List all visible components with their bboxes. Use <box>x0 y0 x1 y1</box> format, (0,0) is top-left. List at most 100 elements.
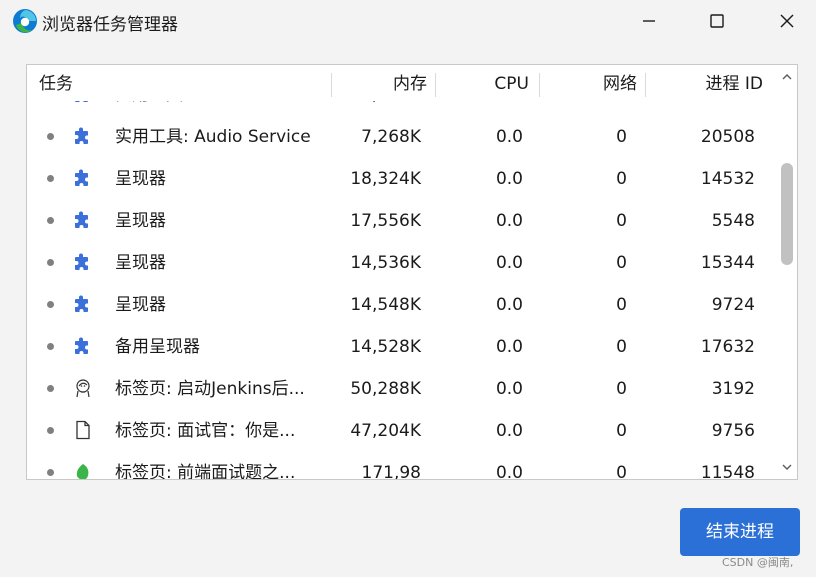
column-divider <box>645 73 646 97</box>
column-header-network[interactable]: 网络 <box>545 65 637 101</box>
cpu-value: 0.0 <box>437 101 523 114</box>
scroll-up-arrow-icon[interactable] <box>781 71 793 83</box>
task-name: 标签页: 面试官：你是... <box>115 421 296 441</box>
minimize-button[interactable] <box>626 0 672 42</box>
column-divider <box>539 73 540 97</box>
cpu-value: 0.0 <box>495 379 523 399</box>
column-divider <box>331 73 332 97</box>
process-id: 20508 <box>700 127 755 147</box>
row-bullet <box>47 343 54 350</box>
table-row[interactable]: 标签页: 启动Jenkins后... 50,288K 0.0 0 3192 <box>27 366 773 408</box>
memory-value: 7,268K <box>361 127 421 147</box>
scroll-down-arrow-icon[interactable] <box>781 461 793 473</box>
cpu-value: 0.0 <box>495 253 523 273</box>
cpu-value: 0.0 <box>495 295 523 315</box>
row-bullet <box>47 301 54 308</box>
memory-value: 50,288K <box>350 379 421 399</box>
row-bullet <box>47 427 54 434</box>
task-name: 备用呈现器 <box>115 337 200 357</box>
task-table: 任务 内存 CPU 网络 进程 ID 实用工具: Search Indexi..… <box>26 64 798 480</box>
end-process-button[interactable]: 结束进程 <box>680 508 800 556</box>
jenkins-icon <box>73 378 93 398</box>
process-id: 14532 <box>700 169 755 189</box>
table-row[interactable]: 标签页: 面试官：你是... 47,204K 0.0 0 9756 <box>27 408 773 450</box>
cpu-value: 0.0 <box>495 211 523 231</box>
column-header-memory[interactable]: 内存 <box>337 65 427 101</box>
window-title: 浏览器任务管理器 <box>42 15 178 35</box>
process-id: 9724 <box>711 295 755 315</box>
table-row[interactable]: 呈现器 14,548K 0.0 0 9724 <box>27 282 773 324</box>
row-bullet <box>47 469 54 476</box>
process-id: 11548 <box>700 463 755 479</box>
minimize-icon <box>643 20 655 22</box>
memory-value: 18,324K <box>350 169 421 189</box>
watermark-text: CSDN @闽南, <box>722 556 794 569</box>
cpu-value: 0.0 <box>495 169 523 189</box>
scrollbar-thumb[interactable] <box>781 163 793 265</box>
vertical-scrollbar[interactable] <box>777 65 797 479</box>
task-name: 标签页: 启动Jenkins后... <box>115 379 305 399</box>
task-name: 呈现器 <box>115 169 166 189</box>
task-name: 实用工具: Audio Service <box>115 127 311 147</box>
column-header-cpu[interactable]: CPU <box>441 65 529 101</box>
column-header-task[interactable]: 任务 <box>39 65 73 101</box>
puzzle-icon <box>73 210 93 230</box>
puzzle-icon <box>73 252 93 272</box>
process-id: 3192 <box>711 379 755 399</box>
task-name: 实用工具: Search Indexi... <box>115 101 315 114</box>
puzzle-icon <box>73 168 93 188</box>
column-divider <box>435 73 436 97</box>
table-row[interactable]: 标签页: 前端面试题之... 171,98 0.0 0 11548 <box>27 450 773 479</box>
network-value: 0 <box>616 253 627 273</box>
table-body: 实用工具: Search Indexi...6,196K0.0017056实用工… <box>27 101 773 479</box>
puzzle-icon <box>73 126 93 146</box>
puzzle-icon <box>73 101 93 104</box>
network-value: 0 <box>616 421 627 441</box>
task-name: 呈现器 <box>115 295 166 315</box>
table-row[interactable]: 呈现器 14,536K 0.0 0 15344 <box>27 240 773 282</box>
process-id: 17632 <box>700 337 755 357</box>
puzzle-icon <box>73 336 93 356</box>
maximize-icon <box>710 14 724 28</box>
memory-value: 14,548K <box>350 295 421 315</box>
process-id: 17056 <box>647 101 755 114</box>
network-value: 0 <box>616 127 627 147</box>
task-name: 呈现器 <box>115 211 166 231</box>
cpu-value: 0.0 <box>495 463 523 479</box>
edge-browser-icon <box>12 8 38 34</box>
memory-value: 17,556K <box>350 211 421 231</box>
network-value: 0 <box>616 463 627 479</box>
memory-value: 47,204K <box>350 421 421 441</box>
table-row[interactable]: 实用工具: Audio Service 7,268K 0.0 0 20508 <box>27 114 773 156</box>
table-row[interactable]: 呈现器 17,556K 0.0 0 5548 <box>27 198 773 240</box>
network-value: 0 <box>616 379 627 399</box>
memory-value: 6,196K <box>317 101 421 114</box>
document-icon <box>73 420 93 440</box>
row-bullet <box>47 385 54 392</box>
column-header-pid[interactable]: 进程 ID <box>651 65 763 101</box>
table-row[interactable]: 实用工具: Search Indexi...6,196K 0.0 0 17056 <box>27 101 773 114</box>
cpu-value: 0.0 <box>495 127 523 147</box>
network-value: 0 <box>616 211 627 231</box>
network-value: 0 <box>616 337 627 357</box>
network-value: 0 <box>616 295 627 315</box>
task-name: 标签页: 前端面试题之... <box>115 463 296 479</box>
title-bar: 浏览器任务管理器 <box>0 0 816 42</box>
row-bullet <box>47 133 54 140</box>
close-button[interactable] <box>764 0 810 42</box>
process-id: 9756 <box>711 421 755 441</box>
table-row[interactable]: 呈现器 18,324K 0.0 0 14532 <box>27 156 773 198</box>
task-name: 呈现器 <box>115 253 166 273</box>
cpu-value: 0.0 <box>495 337 523 357</box>
memory-value: 14,536K <box>350 253 421 273</box>
cpu-value: 0.0 <box>495 421 523 441</box>
network-value: 0 <box>616 169 627 189</box>
maximize-button[interactable] <box>694 0 740 42</box>
memory-value: 171,98 <box>361 463 421 479</box>
memory-value: 14,528K <box>350 337 421 357</box>
green-leaf-icon <box>73 462 93 479</box>
table-row[interactable]: 备用呈现器 14,528K 0.0 0 17632 <box>27 324 773 366</box>
table-header: 任务 内存 CPU 网络 进程 ID <box>27 65 773 101</box>
puzzle-icon <box>73 294 93 314</box>
process-id: 15344 <box>700 253 755 273</box>
